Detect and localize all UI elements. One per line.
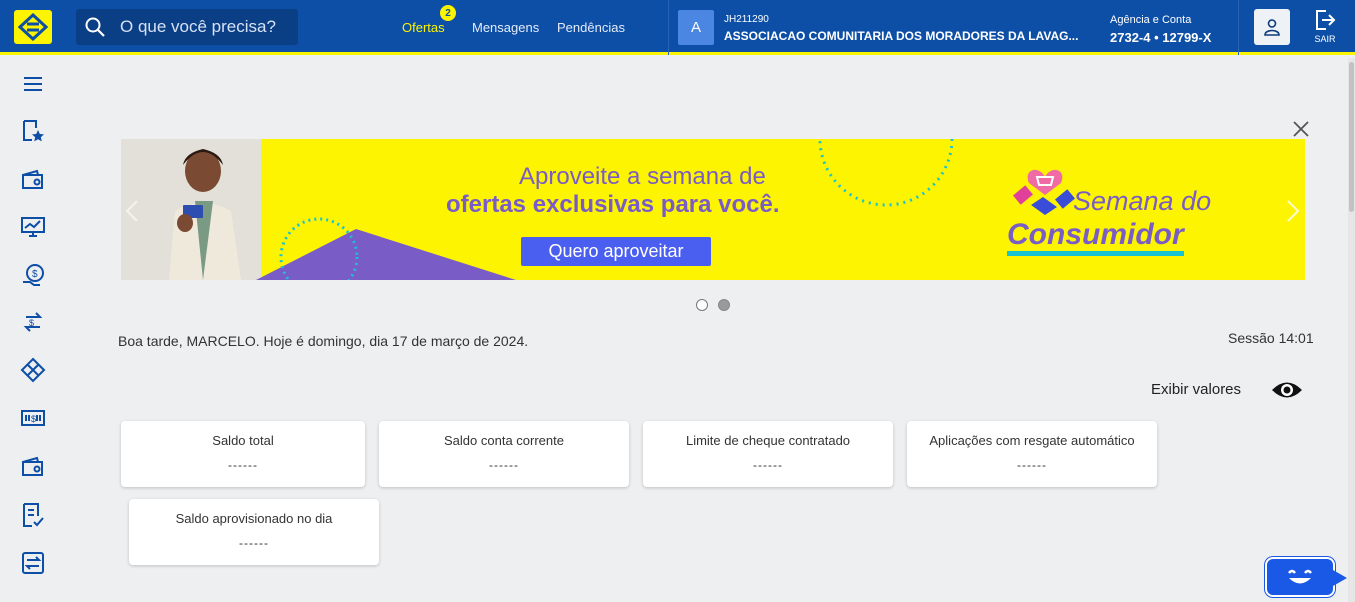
account-avatar[interactable]: A <box>678 10 714 45</box>
banner-prev-icon[interactable] <box>125 199 139 223</box>
header-divider <box>668 0 669 55</box>
carousel-dot-2[interactable] <box>718 299 730 311</box>
menu-icon <box>24 77 42 91</box>
balance-card-limite-cheque: Limite de cheque contratado ------ <box>643 421 893 487</box>
header-divider-2 <box>1238 0 1239 55</box>
nav-mensagens[interactable]: Mensagens <box>472 20 539 35</box>
sidebar-item-pix[interactable] <box>19 356 47 384</box>
sidebar-item-statement[interactable] <box>19 501 47 529</box>
card-value: ------ <box>1017 458 1047 472</box>
banner-dotted-circle <box>818 139 954 207</box>
balance-card-saldo-conta-corrente: Saldo conta corrente ------ <box>379 421 629 487</box>
agency-label: Agência e Conta <box>1110 14 1192 26</box>
card-title: Saldo conta corrente <box>444 433 564 448</box>
account-id: JH211290 <box>724 14 769 25</box>
card-title: Limite de cheque contratado <box>685 433 851 448</box>
heart-cart-handshake-icon <box>1013 169 1075 215</box>
card-value: ------ <box>239 536 269 550</box>
agency-value: 2732-4 • 12799-X <box>1110 30 1212 45</box>
woman-with-card-image <box>121 139 261 280</box>
chatbot-button[interactable] <box>1265 557 1335 597</box>
greeting-text: Boa tarde, MARCELO. Hoje é domingo, dia … <box>118 333 529 349</box>
search-input[interactable] <box>120 17 290 37</box>
brand-consumidor: Consumidor <box>1007 219 1184 256</box>
eye-icon[interactable] <box>1270 377 1304 403</box>
smiley-icon <box>1288 569 1312 584</box>
brand-semana: Semana do <box>1073 186 1212 216</box>
transfer-icon: $ <box>23 312 43 332</box>
search-box[interactable] <box>76 9 298 45</box>
session-timer: Sessão 14:01 <box>1228 330 1314 346</box>
sidebar: $ $ $ <box>0 58 66 602</box>
svg-text:$: $ <box>31 414 36 424</box>
banner-photo <box>121 139 261 280</box>
sidebar-item-exchange[interactable] <box>19 549 47 577</box>
sidebar-item-payments[interactable]: $ <box>19 404 47 432</box>
show-values-label[interactable]: Exibir valores <box>1151 381 1241 398</box>
sidebar-item-favorites[interactable] <box>19 117 47 145</box>
chatbot-tail <box>1333 570 1347 586</box>
close-banner-icon[interactable] <box>1292 120 1310 138</box>
payments-icon: $ <box>21 410 45 426</box>
sidebar-item-wallet[interactable] <box>19 166 47 194</box>
promo-banner[interactable]: Aproveite a semana de ofertas exclusivas… <box>121 139 1305 280</box>
scrollbar-thumb[interactable] <box>1349 62 1354 212</box>
balance-card-aplicacoes: Aplicações com resgate automático ------ <box>907 421 1157 487</box>
banner-cta-button[interactable]: Quero aproveitar <box>521 237 711 266</box>
card-title: Aplicações com resgate automático <box>929 433 1135 448</box>
bank-logo[interactable] <box>14 10 52 44</box>
card-title: Saldo aprovisionado no dia <box>175 511 333 526</box>
user-profile-button[interactable] <box>1254 9 1290 45</box>
statement-icon <box>23 503 44 527</box>
exchange-icon <box>22 552 44 574</box>
user-icon <box>1264 19 1280 36</box>
favorites-icon <box>23 120 44 142</box>
menu-button[interactable] <box>19 70 47 98</box>
nav-pendencias[interactable]: Pendências <box>557 20 625 35</box>
exit-button[interactable]: SAIR <box>1310 8 1340 48</box>
sidebar-item-wallet-2[interactable] <box>19 453 47 481</box>
carousel-dot-1[interactable] <box>696 299 708 311</box>
card-title: Saldo total <box>212 433 274 448</box>
banner-headline-2: ofertas exclusivas para você. <box>446 191 780 218</box>
sidebar-item-loans[interactable]: $ <box>19 261 47 289</box>
svg-text:$: $ <box>29 318 34 328</box>
sidebar-item-transfer[interactable]: $ <box>19 308 47 336</box>
exit-label: SAIR <box>1314 34 1336 44</box>
card-value: ------ <box>753 458 783 472</box>
balance-card-saldo-aprovisionado: Saldo aprovisionado no dia ------ <box>129 499 379 565</box>
card-value: ------ <box>489 458 519 472</box>
top-header: Ofertas 2 Mensagens Pendências A JH21129… <box>0 0 1355 55</box>
ofertas-badge: 2 <box>440 5 456 21</box>
wallet-icon <box>22 456 43 476</box>
svg-text:$: $ <box>32 269 38 280</box>
account-name[interactable]: ASSOCIACAO COMUNITARIA DOS MORADORES DA … <box>724 29 1078 43</box>
banner-headline-1: Aproveite a semana de <box>519 163 766 190</box>
sidebar-item-investments[interactable] <box>19 213 47 241</box>
card-value: ------ <box>228 458 258 472</box>
balance-card-saldo-total: Saldo total ------ <box>121 421 365 487</box>
loans-icon: $ <box>23 264 44 286</box>
nav-ofertas[interactable]: Ofertas <box>402 20 445 35</box>
pix-icon <box>20 357 46 383</box>
logout-icon <box>1316 10 1336 30</box>
wallet-icon <box>22 169 43 189</box>
search-icon <box>85 17 105 37</box>
bb-logo-icon <box>18 13 48 41</box>
investments-icon <box>21 217 45 237</box>
banner-next-icon[interactable] <box>1286 199 1300 223</box>
